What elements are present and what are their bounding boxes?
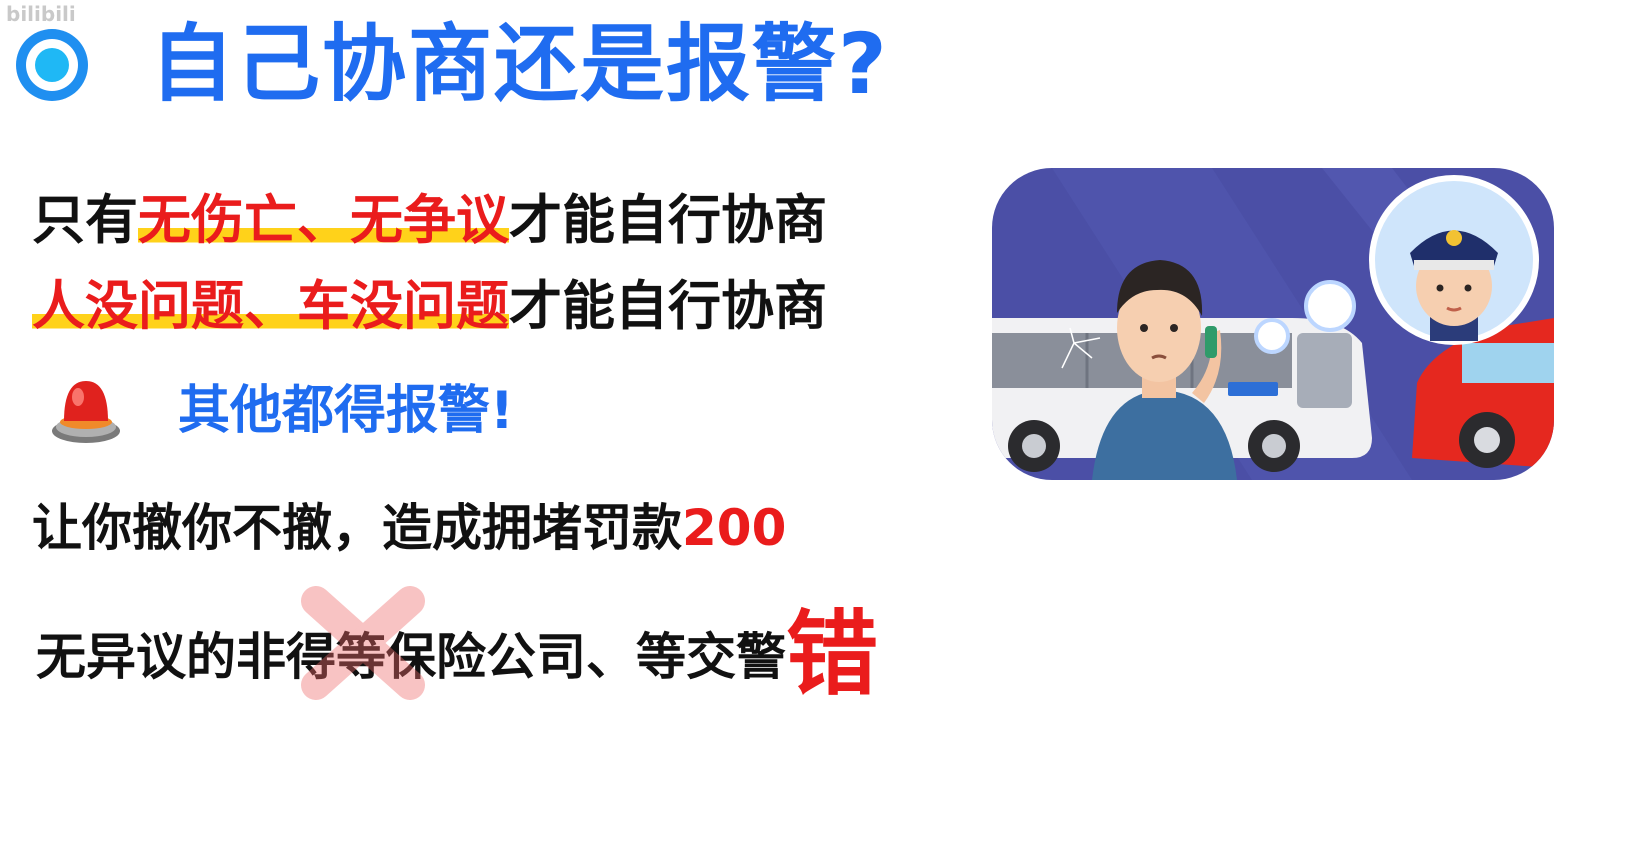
misconception-before: 无异议的 [36, 628, 236, 686]
wrong-verdict: 错 [786, 601, 879, 708]
rule-line-1-suffix: 才能自行协商 [509, 190, 827, 251]
congestion-fine-text: 让你撤你不撤，造成拥堵罚款 [32, 499, 682, 557]
target-circle-icon [16, 29, 88, 101]
rule-line-1-highlight: 无伤亡、无争议 [138, 190, 509, 251]
rule-line-1-prefix: 只有 [32, 190, 138, 251]
fine-amount: 200 [682, 499, 787, 557]
rule-line-2-highlight: 人没问题、车没问题 [32, 276, 509, 337]
call-police-line: 其他都得报警! [178, 381, 514, 441]
cross-mark-icon [301, 586, 425, 700]
page-title: 自己协商还是报警? [150, 15, 889, 113]
congestion-fine-line: 让你撤你不撤，造成拥堵罚款200 [32, 495, 786, 561]
rule-line-1: 只有无伤亡、无争议才能自行协商 [32, 188, 827, 254]
rule-line-2-suffix: 才能自行协商 [509, 276, 827, 337]
rule-line-2: 人没问题、车没问题才能自行协商 [32, 274, 827, 340]
misconception-line: 无异议的非得等保险公司、等交警错 [36, 609, 878, 701]
police-officer-avatar-icon [1369, 175, 1539, 345]
watermark: bilibili [6, 2, 76, 26]
siren-light-icon [52, 381, 120, 443]
accident-scene-illustration [992, 168, 1554, 480]
